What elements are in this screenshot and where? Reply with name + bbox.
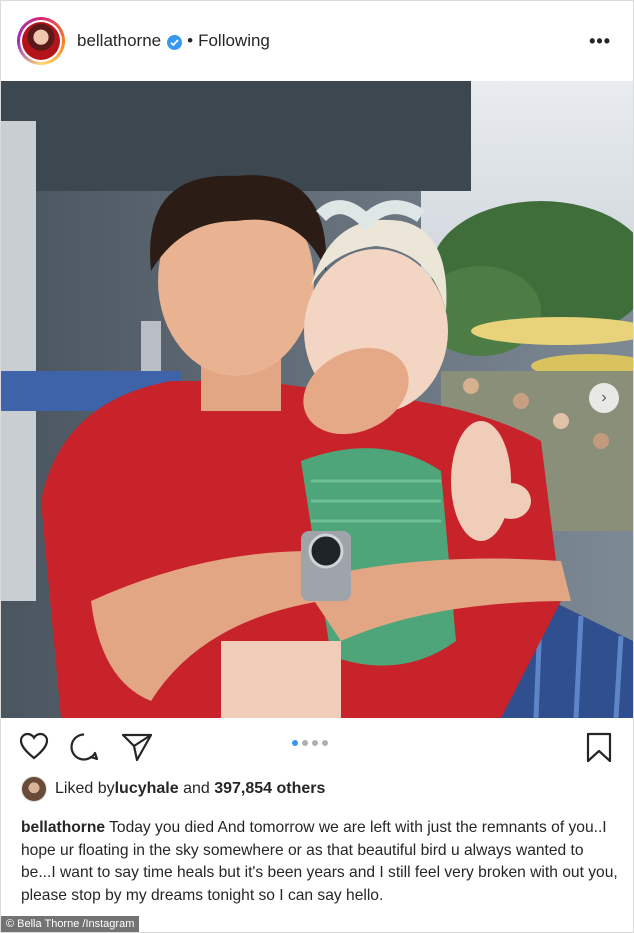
liker-username-link[interactable]: lucyhale: [115, 780, 179, 798]
likes-summary: Liked by lucyhale and 397,854 others: [21, 776, 325, 802]
likes-prefix: Liked by: [55, 780, 115, 797]
avatar[interactable]: [17, 17, 65, 65]
comment-icon[interactable]: [69, 732, 99, 762]
likes-middle: and: [178, 780, 215, 797]
action-bar: [1, 718, 633, 774]
verified-badge-icon: [167, 34, 183, 50]
instagram-post: bellathorne • Following ••• › Liked by l…: [0, 0, 634, 933]
more-options-icon[interactable]: •••: [589, 31, 611, 52]
avatar-image: [22, 22, 60, 60]
carousel-indicator: [292, 740, 328, 746]
post-photo[interactable]: ›: [1, 81, 633, 718]
separator: •: [187, 31, 194, 50]
bookmark-icon[interactable]: [585, 732, 613, 764]
carousel-dot-active: [292, 740, 298, 746]
share-icon[interactable]: [121, 732, 153, 762]
heart-icon[interactable]: [19, 732, 49, 760]
username-link[interactable]: bellathorne: [77, 31, 161, 51]
likes-count-link[interactable]: 397,854 others: [214, 780, 325, 798]
carousel-dot: [312, 740, 318, 746]
next-photo-button[interactable]: ›: [589, 383, 619, 413]
chevron-right-icon: ›: [601, 389, 607, 406]
carousel-dot: [302, 740, 308, 746]
following-button[interactable]: Following: [198, 31, 270, 51]
photo-credit-watermark: © Bella Thorne /Instagram: [1, 916, 140, 932]
post-header: bellathorne • Following •••: [1, 1, 633, 81]
caption-username-link[interactable]: bellathorne: [21, 819, 105, 836]
post-caption: bellathorne Today you died And tomorrow …: [21, 817, 621, 907]
caption-text: Today you died And tomorrow we are left …: [21, 819, 618, 904]
liker-avatar[interactable]: [21, 776, 47, 802]
photo-illustration: [1, 81, 633, 718]
carousel-dot: [322, 740, 328, 746]
